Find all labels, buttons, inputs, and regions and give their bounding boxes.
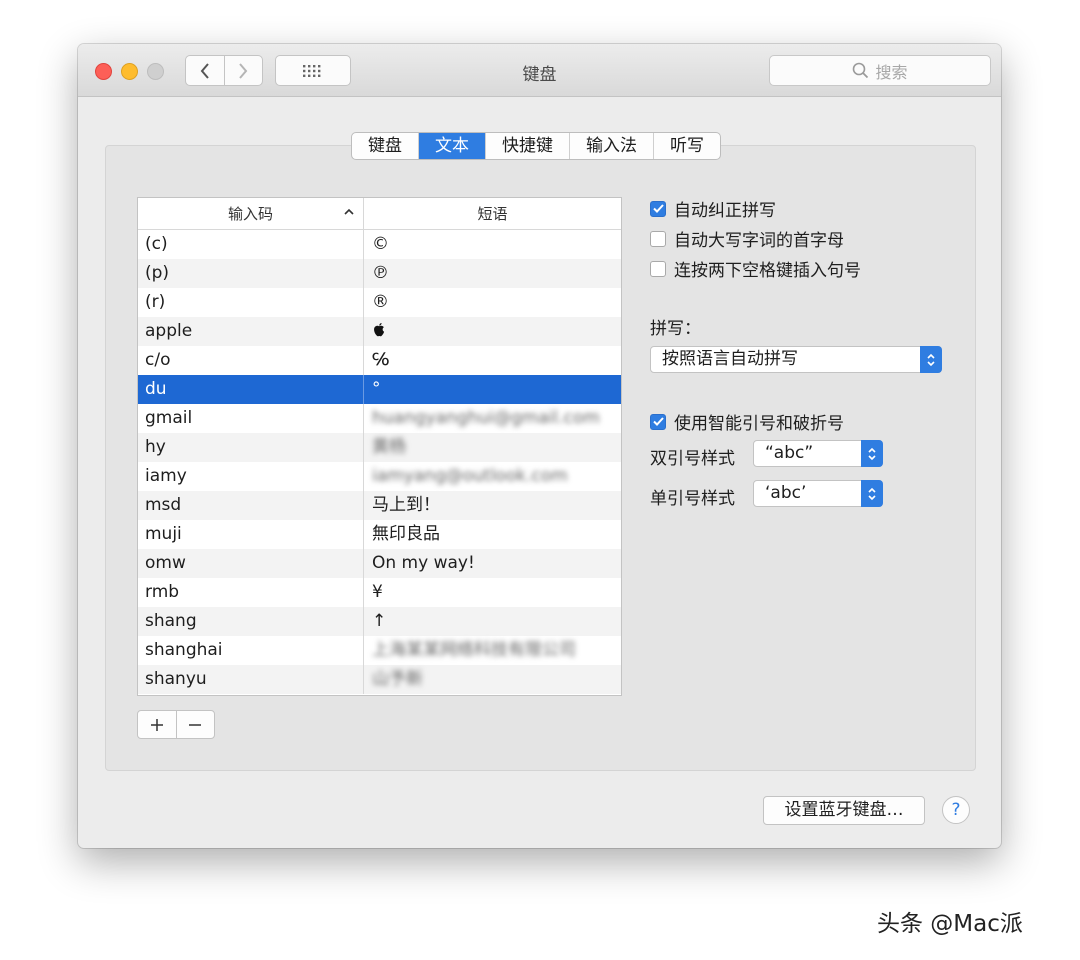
checkbox-checked-icon[interactable] — [650, 413, 666, 430]
keyboard-preferences-window: 键盘 搜索 键盘 文本 快捷键 输入法 听写 输入码 短语 (c) © (p) ℗ … — [78, 44, 1001, 848]
table-header: 输入码 短语 — [138, 198, 621, 230]
row-code: c/o — [138, 346, 364, 375]
spelling-select-value: 按照语言自动拼写 — [662, 349, 798, 369]
setup-bluetooth-keyboard-button[interactable]: 设置蓝牙键盘… — [763, 796, 925, 825]
row-phrase: ¥ — [372, 582, 383, 602]
table-row[interactable]: (c) © — [138, 230, 621, 259]
row-phrase: ↑ — [372, 611, 387, 631]
tab-bar: 键盘 文本 快捷键 输入法 听写 — [351, 132, 721, 160]
row-phrase-blurred: 黄杨 — [372, 437, 406, 457]
row-code: iamy — [138, 462, 364, 491]
double-quote-select[interactable]: “abc” — [753, 440, 883, 467]
help-button[interactable]: ? — [942, 796, 970, 824]
row-phrase: ® — [372, 292, 389, 312]
table-row[interactable]: (p) ℗ — [138, 259, 621, 288]
row-code: (c) — [138, 230, 364, 259]
spelling-label: 拼写： — [650, 319, 701, 339]
table-row[interactable]: iamy iamyang@outlook.com — [138, 462, 621, 491]
row-phrase-blurred: huangyanghui@gmail.com — [372, 408, 600, 428]
option-auto-capitalize[interactable]: 自动大写字词的首字母 — [650, 226, 844, 251]
text-replacement-table: 输入码 短语 (c) © (p) ℗ (r) ® apple c/o ℅ du ° gma… — [137, 197, 622, 696]
table-row[interactable]: shang ↑ — [138, 607, 621, 636]
spelling-select[interactable]: 按照语言自动拼写 — [650, 346, 942, 373]
row-code: shanghai — [138, 636, 364, 665]
tab-text[interactable]: 文本 — [418, 133, 485, 159]
option-double-space-period[interactable]: 连按两下空格键插入句号 — [650, 256, 861, 281]
row-code: hy — [138, 433, 364, 462]
row-phrase: ° — [372, 379, 381, 399]
row-code: (p) — [138, 259, 364, 288]
row-code: du — [138, 375, 364, 404]
chevron-up-icon — [344, 208, 354, 215]
select-stepper-icon — [861, 440, 883, 467]
table-row[interactable]: muji 無印良品 — [138, 520, 621, 549]
row-phrase: On my way! — [372, 553, 475, 573]
add-button[interactable] — [138, 711, 176, 738]
tab-dictation[interactable]: 听写 — [653, 133, 720, 159]
search-field[interactable]: 搜索 — [769, 55, 991, 86]
row-code: shanyu — [138, 665, 364, 694]
column-header-phrase[interactable]: 短语 — [364, 198, 621, 229]
row-phrase: ℅ — [372, 350, 390, 370]
option-label: 自动纠正拼写 — [674, 201, 776, 221]
row-code: omw — [138, 549, 364, 578]
row-phrase — [364, 317, 621, 346]
tab-shortcuts[interactable]: 快捷键 — [485, 133, 569, 159]
table-row[interactable]: hy 黄杨 — [138, 433, 621, 462]
checkbox-checked-icon[interactable] — [650, 200, 666, 217]
tab-input-sources[interactable]: 输入法 — [569, 133, 653, 159]
option-label: 连按两下空格键插入句号 — [674, 261, 861, 281]
row-phrase: ℗ — [372, 263, 389, 283]
minus-icon — [189, 723, 202, 726]
option-label: 自动大写字词的首字母 — [674, 231, 844, 251]
row-code: gmail — [138, 404, 364, 433]
option-auto-correct[interactable]: 自动纠正拼写 — [650, 196, 776, 221]
table-row[interactable]: shanghai 上海某某网络科技有限公司 — [138, 636, 621, 665]
single-quote-select[interactable]: ‘abc’ — [753, 480, 883, 507]
checkbox-unchecked-icon[interactable] — [650, 260, 666, 277]
table-row-selected[interactable]: du ° — [138, 375, 621, 404]
table-row[interactable]: (r) ® — [138, 288, 621, 317]
row-code: msd — [138, 491, 364, 520]
single-quote-label: 单引号样式 — [650, 489, 735, 509]
select-stepper-icon — [920, 346, 942, 373]
table-row[interactable]: omw On my way! — [138, 549, 621, 578]
tab-keyboard[interactable]: 键盘 — [352, 133, 418, 159]
plus-icon — [150, 718, 163, 731]
search-icon — [853, 62, 869, 79]
table-row[interactable]: gmail huangyanghui@gmail.com — [138, 404, 621, 433]
search-placeholder: 搜索 — [875, 62, 908, 82]
row-code: apple — [138, 317, 364, 346]
add-remove-buttons — [137, 710, 215, 739]
row-code: rmb — [138, 578, 364, 607]
row-phrase-blurred: 山予新 — [372, 669, 423, 689]
row-phrase: 無印良品 — [372, 524, 440, 544]
row-phrase-blurred: 上海某某网络科技有限公司 — [372, 640, 576, 660]
row-phrase: 马上到！ — [372, 495, 440, 515]
watermark: 头条 @Mac派 — [877, 911, 1023, 937]
apple-logo-icon — [374, 323, 385, 337]
table-row[interactable]: rmb ¥ — [138, 578, 621, 607]
table-row[interactable]: shanyu 山予新 — [138, 665, 621, 694]
column-header-code[interactable]: 输入码 — [138, 198, 364, 229]
double-quote-value: “abc” — [765, 443, 814, 463]
row-phrase: © — [372, 234, 389, 254]
option-label: 使用智能引号和破折号 — [674, 414, 844, 434]
remove-button[interactable] — [175, 711, 215, 738]
table-row[interactable]: c/o ℅ — [138, 346, 621, 375]
checkbox-unchecked-icon[interactable] — [650, 230, 666, 247]
title-bar: 键盘 搜索 — [78, 44, 1001, 97]
single-quote-value: ‘abc’ — [765, 483, 807, 503]
row-code: muji — [138, 520, 364, 549]
option-smart-quotes[interactable]: 使用智能引号和破折号 — [650, 409, 844, 434]
select-stepper-icon — [861, 480, 883, 507]
row-phrase-blurred: iamyang@outlook.com — [372, 466, 568, 486]
double-quote-label: 双引号样式 — [650, 449, 735, 469]
table-row[interactable]: msd 马上到！ — [138, 491, 621, 520]
row-code: shang — [138, 607, 364, 636]
table-row[interactable]: apple — [138, 317, 621, 346]
table-body: (c) © (p) ℗ (r) ® apple c/o ℅ du ° gmail huang… — [138, 230, 621, 694]
row-code: (r) — [138, 288, 364, 317]
